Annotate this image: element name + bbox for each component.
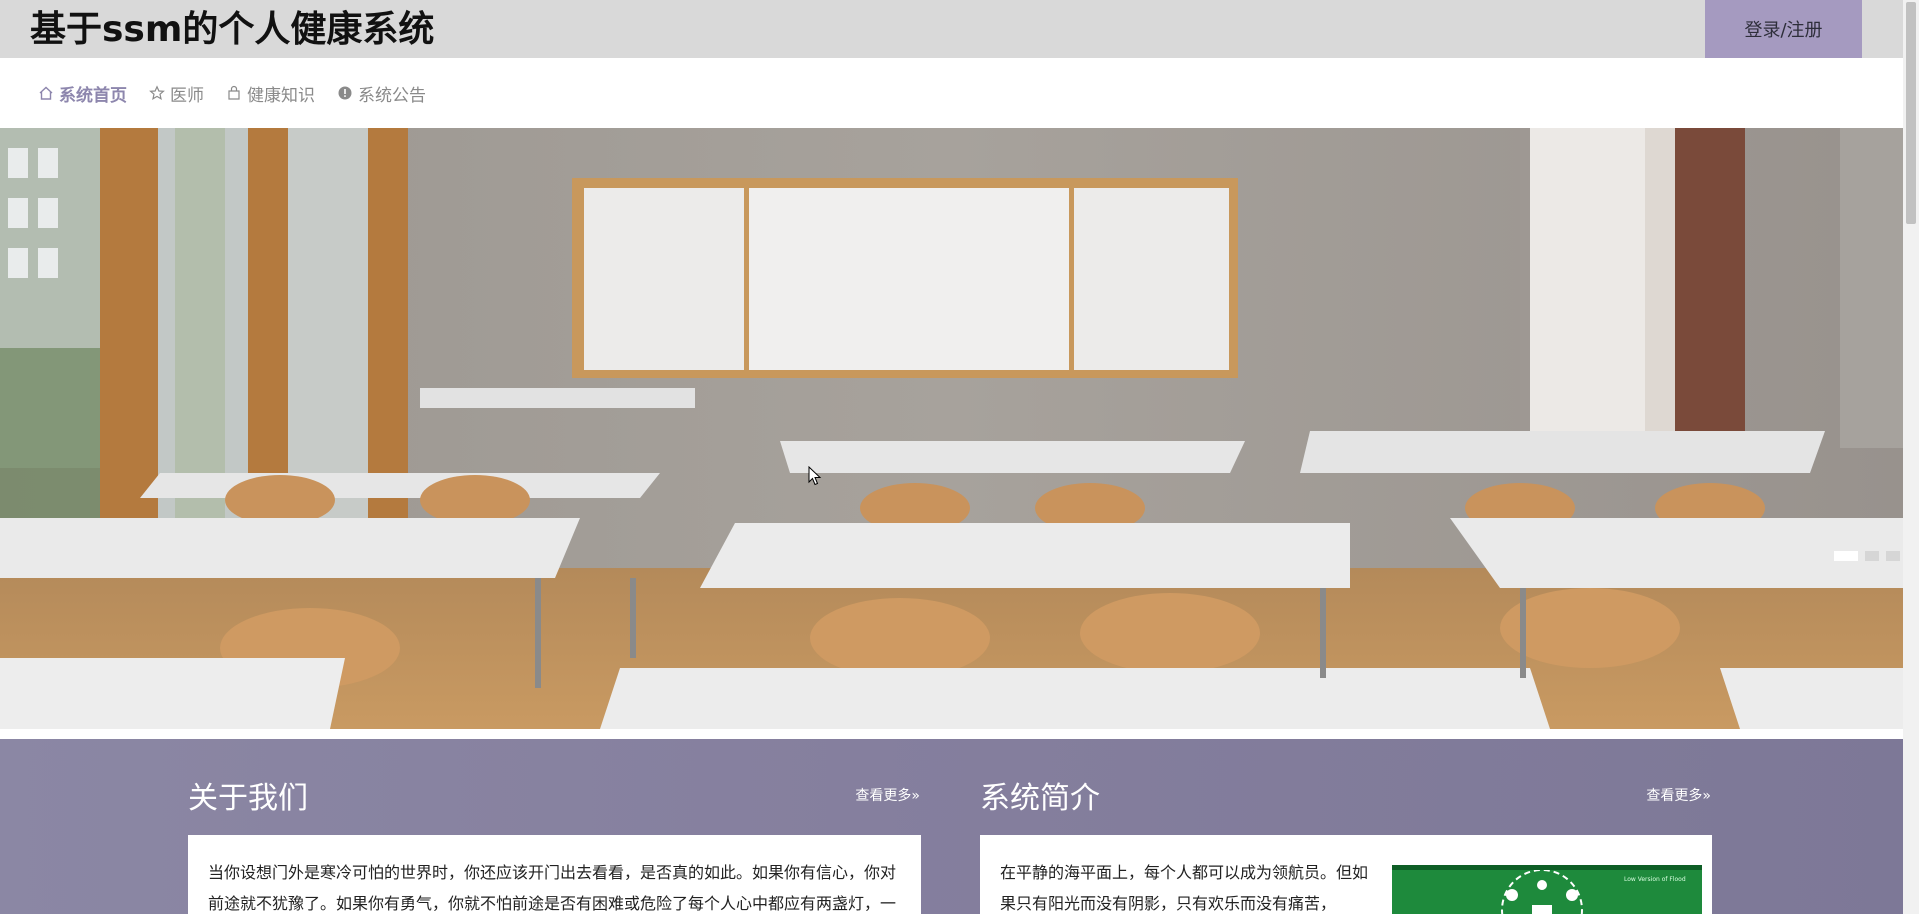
carousel-dot[interactable] [1886,551,1900,561]
about-title: 关于我们 [188,781,308,816]
eco-icons-graphic [1392,865,1702,914]
nav-item-label: 系统首页 [59,85,127,106]
star-icon [149,85,165,101]
nav-item-health-knowledge[interactable]: 健康知识 [226,81,315,106]
nav-item-label: 系统公告 [358,85,426,106]
intro-title: 系统简介 [980,781,1100,816]
carousel-indicators [1834,551,1900,561]
mouse-cursor-icon [808,466,822,486]
page: 基于ssm的个人健康系统 登录/注册 系统首页 医师 健康知识 系统公告 关于我… [0,0,1919,914]
main-nav: 系统首页 医师 健康知识 系统公告 [0,58,1903,128]
header-bar: 基于ssm的个人健康系统 登录/注册 [0,0,1903,58]
intro-text: 在平静的海平面上，每个人都可以成为领航员。但如果只有阳光而没有阴影，只有欢乐而没… [1000,863,1369,913]
carousel-dot[interactable] [1865,551,1879,561]
banner-carousel[interactable] [0,128,1903,729]
scrollbar-thumb[interactable] [1906,2,1916,224]
image-caption: Low Version of Flood [1624,876,1686,883]
about-more-link[interactable]: 查看更多» [855,785,920,805]
bag-icon [228,85,240,100]
login-register-button[interactable]: 登录/注册 [1705,0,1862,58]
intro-more-link[interactable]: 查看更多» [1646,785,1711,805]
intro-image: Low Version of Flood [1392,865,1702,914]
info-icon [338,86,352,100]
nav-item-announcement[interactable]: 系统公告 [337,81,426,106]
home-icon [39,86,53,100]
intro-header: 系统简介 查看更多» [980,773,1711,817]
site-title: 基于ssm的个人健康系统 [30,9,435,50]
classroom-photo [0,128,1903,729]
nav-item-doctor[interactable]: 医师 [149,81,204,106]
nav-item-home[interactable]: 系统首页 [38,81,127,106]
about-text: 当你设想门外是寒冷可怕的世界时，你还应该开门出去看看，是否真的如此。如果你有信心… [208,863,897,913]
about-header: 关于我们 查看更多» [188,773,920,817]
intro-content-box: 在平静的海平面上，每个人都可以成为领航员。但如果只有阳光而没有阴影，只有欢乐而没… [980,835,1712,914]
info-section: 关于我们 查看更多» 当你设想门外是寒冷可怕的世界时，你还应该开门出去看看，是否… [0,739,1903,914]
carousel-dot[interactable] [1834,551,1858,561]
nav-item-label: 健康知识 [247,85,315,106]
nav-item-label: 医师 [170,85,204,106]
about-content-box: 当你设想门外是寒冷可怕的世界时，你还应该开门出去看看，是否真的如此。如果你有信心… [188,835,921,914]
page-scrollbar[interactable] [1903,0,1919,914]
